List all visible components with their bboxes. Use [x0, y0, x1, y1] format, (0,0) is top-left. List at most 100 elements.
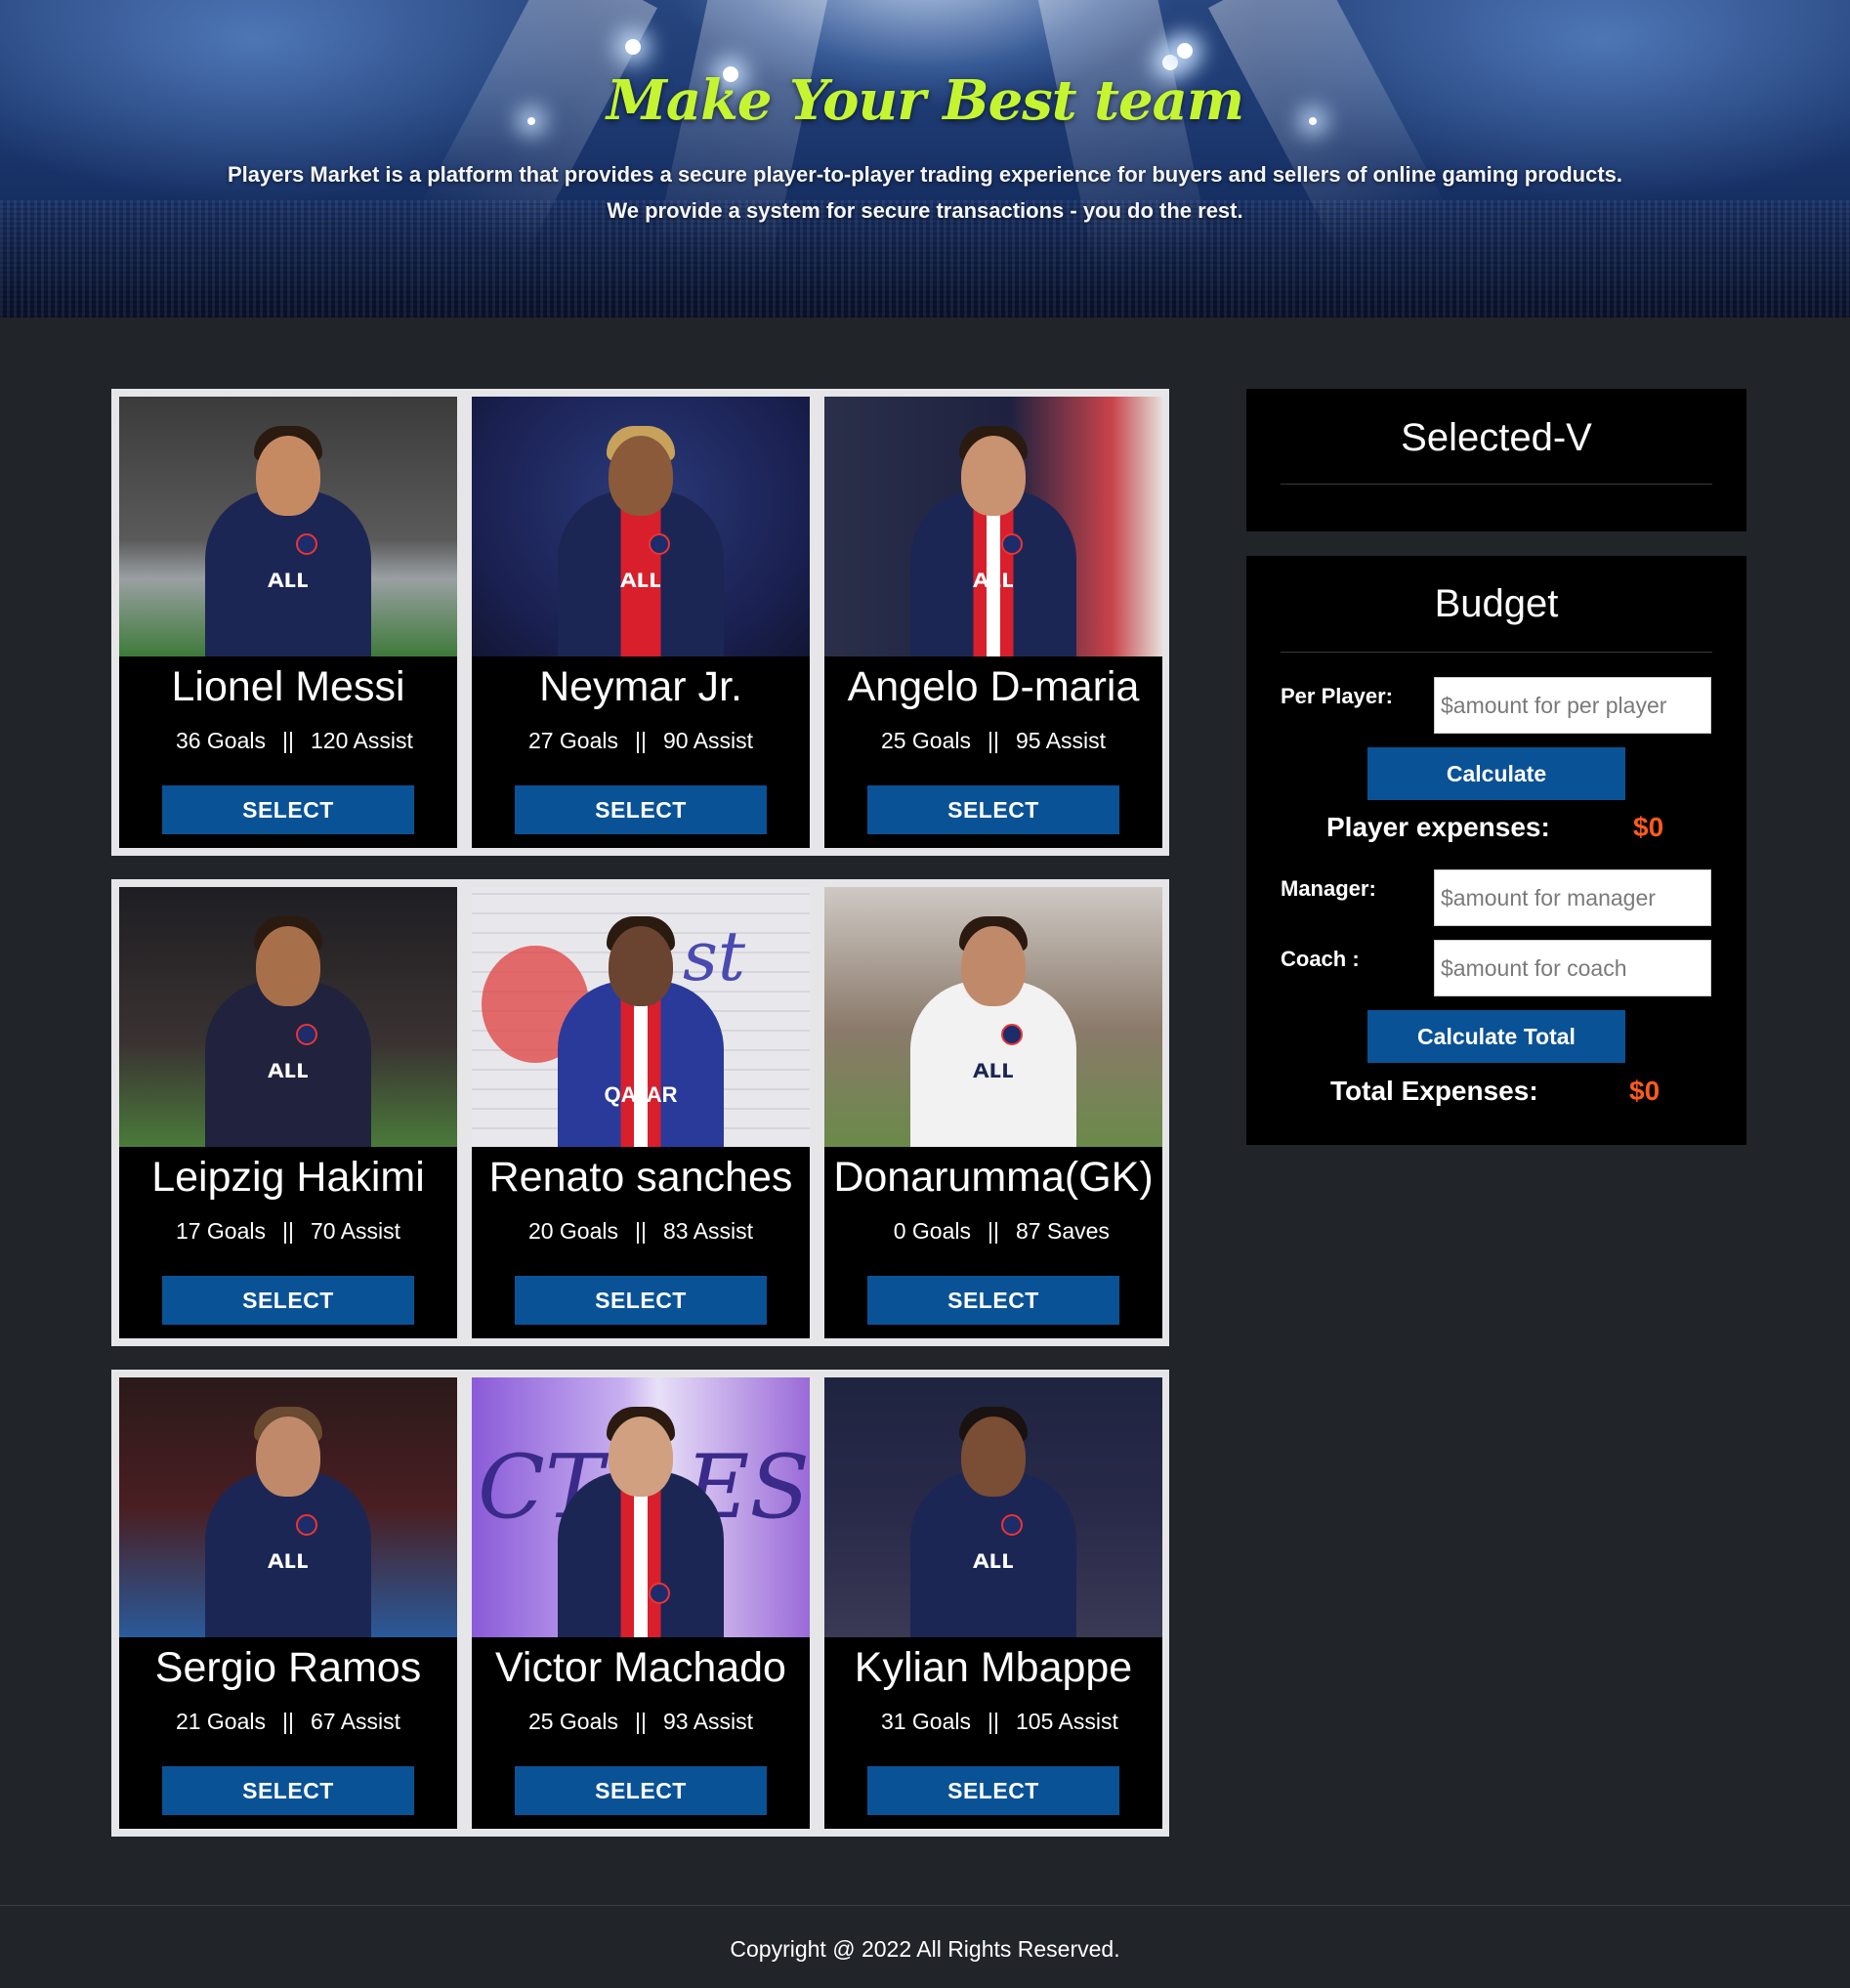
player-assists: 95 Assist [1016, 728, 1107, 753]
select-player-button[interactable]: SELECT [162, 785, 414, 834]
player-stats: 17 Goals || 70 Assist [119, 1216, 457, 1246]
jersey-logo-icon: QATAR [604, 1082, 678, 1107]
player-photo: ᴀʟʟ [119, 397, 457, 656]
total-expenses-label: Total Expenses: [1330, 1076, 1538, 1106]
player-name: Victor Machado [495, 1644, 786, 1691]
player-stats: 27 Goals || 90 Assist [472, 726, 810, 755]
coach-label: Coach : [1281, 947, 1360, 971]
player-expenses-label: Player expenses: [1326, 812, 1550, 842]
divider [1281, 652, 1712, 653]
calculate-button[interactable]: Calculate [1367, 747, 1625, 800]
player-name: Leipzig Hakimi [151, 1154, 425, 1201]
player-assists: 90 Assist [663, 728, 754, 753]
player-card: ᴀʟʟ Kylian Mbappe 31 Goals || 105 Assist… [824, 1377, 1162, 1829]
stats-separator: || [635, 728, 647, 753]
player-name: Lionel Messi [171, 663, 405, 710]
budget-title: Budget [1434, 582, 1559, 625]
player-goals: 36 Goals [175, 728, 266, 753]
jersey-logo-icon: ᴀʟʟ [268, 563, 309, 593]
player-row: ᴀʟʟ Lionel Messi 36 Goals || 120 Assist … [111, 389, 1169, 856]
player-assists: 120 Assist [311, 728, 413, 753]
player-card: ᴀʟʟ Neymar Jr. 27 Goals || 90 Assist SEL… [472, 397, 810, 848]
player-photo: ᴀʟʟ [119, 1377, 457, 1637]
player-assists: 67 Assist [311, 1709, 401, 1734]
player-stats: 31 Goals || 105 Assist [824, 1707, 1162, 1736]
select-player-button[interactable]: SELECT [867, 785, 1119, 834]
player-goals: 25 Goals [527, 1709, 618, 1734]
budget-panel: Budget Per Player: Calculate Player expe… [1246, 556, 1746, 1145]
stats-separator: || [635, 1709, 647, 1734]
player-stats: 25 Goals || 95 Assist [824, 726, 1162, 755]
player-assists: 93 Assist [663, 1709, 754, 1734]
select-player-button[interactable]: SELECT [867, 1276, 1119, 1325]
select-player-button[interactable]: SELECT [515, 785, 767, 834]
manager-input[interactable] [1434, 869, 1711, 926]
player-saves: 87 Saves [1016, 1218, 1110, 1244]
select-player-button[interactable]: SELECT [162, 1766, 414, 1815]
player-stats: 36 Goals || 120 Assist [119, 726, 457, 755]
player-goals: 21 Goals [175, 1709, 266, 1734]
jersey-logo-icon: ᴀʟʟ [620, 563, 661, 593]
player-stats: 21 Goals || 67 Assist [119, 1707, 457, 1736]
footer-divider [0, 1905, 1850, 1906]
player-stats: 25 Goals || 93 Assist [472, 1707, 810, 1736]
player-name: Kylian Mbappe [854, 1644, 1133, 1691]
divider [1281, 484, 1712, 485]
select-player-button[interactable]: SELECT [515, 1276, 767, 1325]
select-player-button[interactable]: SELECT [867, 1766, 1119, 1815]
player-card: ᴀʟʟ Sergio Ramos 21 Goals || 67 Assist S… [119, 1377, 457, 1829]
stats-separator: || [988, 1709, 999, 1734]
jersey-logo-icon: ᴀʟʟ [268, 1053, 309, 1083]
stats-separator: || [282, 1709, 294, 1734]
per-player-label: Per Player: [1281, 684, 1393, 708]
player-assists: 105 Assist [1016, 1709, 1118, 1734]
player-goals: 31 Goals [880, 1709, 971, 1734]
calculate-total-button[interactable]: Calculate Total [1367, 1010, 1625, 1063]
player-goals: 20 Goals [527, 1218, 618, 1244]
select-player-button[interactable]: SELECT [515, 1766, 767, 1815]
player-card: ᴀʟʟ Lionel Messi 36 Goals || 120 Assist … [119, 397, 457, 848]
player-goals: 17 Goals [175, 1218, 266, 1244]
player-goals: 27 Goals [527, 728, 618, 753]
player-photo: CT ES [472, 1377, 810, 1637]
player-assists: 83 Assist [663, 1218, 754, 1244]
player-assists: 70 Assist [311, 1218, 401, 1244]
player-row: ᴀʟʟ Sergio Ramos 21 Goals || 67 Assist S… [111, 1370, 1169, 1837]
player-expenses-value: $0 [1633, 812, 1664, 842]
banner-description: Players Market is a platform that provid… [0, 156, 1850, 229]
player-card: ᴀʟʟ Leipzig Hakimi 17 Goals || 70 Assist… [119, 887, 457, 1338]
total-expenses-value: $0 [1629, 1076, 1661, 1106]
player-photo: st QATAR [472, 887, 810, 1147]
stats-separator: || [282, 728, 294, 753]
player-stats: 20 Goals || 83 Assist [472, 1216, 810, 1246]
stats-separator: || [988, 1218, 999, 1244]
manager-label: Manager: [1281, 876, 1376, 901]
coach-input[interactable] [1434, 940, 1711, 996]
per-player-input[interactable] [1434, 677, 1711, 734]
player-photo: ᴀʟʟ [119, 887, 457, 1147]
player-card: ᴀʟʟ Donarumma(GK) 0 Goals || 87 Saves SE… [824, 887, 1162, 1338]
player-photo: ᴀʟʟ [824, 887, 1162, 1147]
stats-separator: || [635, 1218, 647, 1244]
player-row: ᴀʟʟ Leipzig Hakimi 17 Goals || 70 Assist… [111, 879, 1169, 1346]
floodlight-icon [1177, 43, 1193, 59]
player-card: CT ES Victor Machado 25 Goals || 93 Assi… [472, 1377, 810, 1829]
jersey-logo-icon: ᴀʟʟ [268, 1544, 309, 1574]
banner-description-line: We provide a system for secure transacti… [607, 198, 1243, 223]
select-player-button[interactable]: SELECT [162, 1276, 414, 1325]
player-photo: ᴀʟʟ [472, 397, 810, 656]
floodlight-icon [625, 39, 641, 55]
player-name: Sergio Ramos [154, 1644, 422, 1691]
selected-players-panel: Selected-V [1246, 389, 1746, 531]
player-name: Neymar Jr. [539, 663, 742, 710]
stats-separator: || [282, 1218, 294, 1244]
selected-panel-title: Selected-V [1401, 416, 1592, 459]
player-stats: 0 Goals || 87 Saves [824, 1216, 1162, 1246]
player-goals: 0 Goals [893, 1218, 971, 1244]
player-name: Renato sanches [488, 1154, 793, 1201]
player-name: Donarumma(GK) [833, 1154, 1154, 1201]
player-photo: ᴀʟʟ [824, 1377, 1162, 1637]
player-photo: ᴀʟʟ [824, 397, 1162, 656]
jersey-logo-icon: ᴀʟʟ [973, 1544, 1014, 1574]
player-name: Angelo D-maria [847, 663, 1140, 710]
